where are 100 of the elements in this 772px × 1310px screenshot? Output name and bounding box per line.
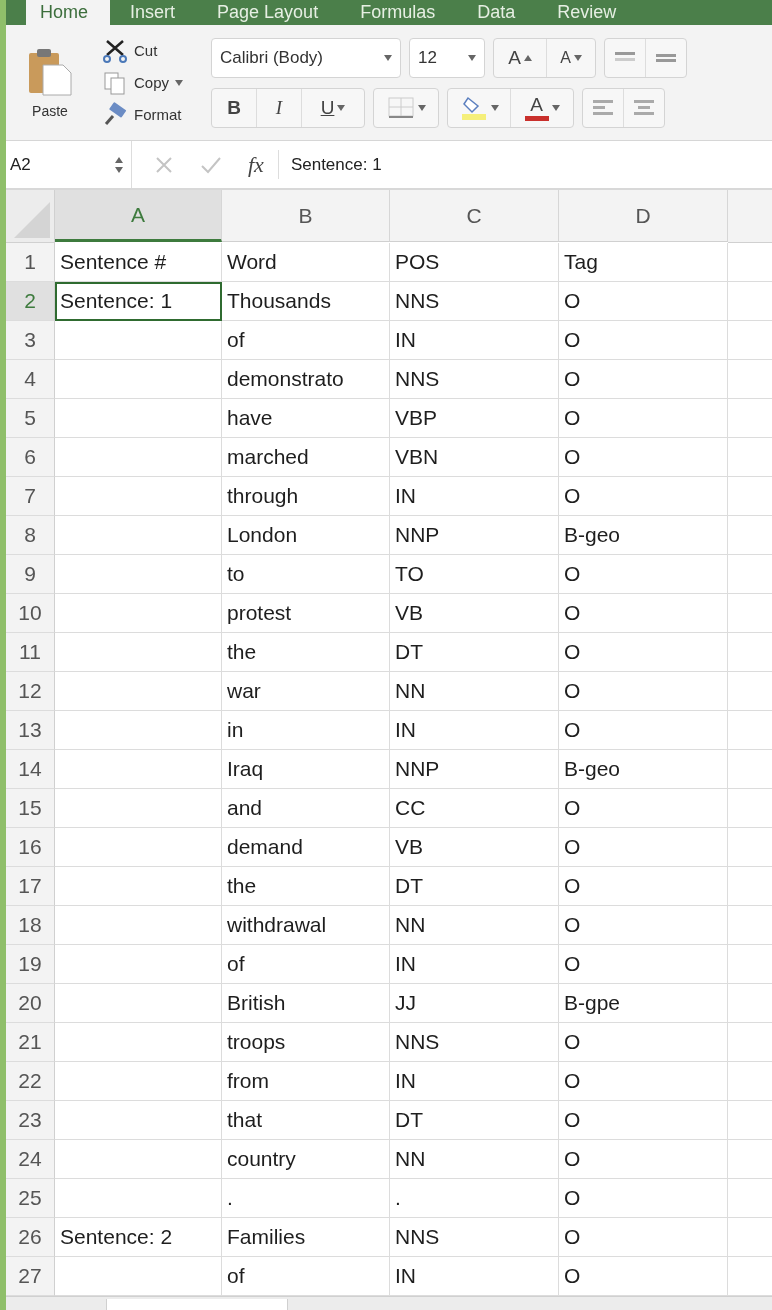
table-cell[interactable]: . — [390, 1179, 559, 1218]
table-cell[interactable]: JJ — [390, 984, 559, 1023]
row-header[interactable]: 3 — [6, 321, 55, 360]
table-cell[interactable]: O — [559, 1179, 728, 1218]
row-header[interactable]: 1 — [6, 243, 55, 282]
table-cell[interactable]: and — [222, 789, 390, 828]
table-cell[interactable]: in — [222, 711, 390, 750]
table-cell[interactable]: NNS — [390, 360, 559, 399]
row-header[interactable]: 15 — [6, 789, 55, 828]
ribbon-tab[interactable]: Home — [26, 0, 110, 25]
italic-button[interactable]: I — [257, 88, 303, 127]
table-cell[interactable]: withdrawal — [222, 906, 390, 945]
table-cell[interactable]: NNS — [390, 1023, 559, 1062]
table-cell[interactable]: NNP — [390, 750, 559, 789]
ribbon-tab[interactable]: Data — [463, 0, 538, 25]
table-cell[interactable]: DT — [390, 867, 559, 906]
font-size-dropdown[interactable]: 12 — [409, 37, 486, 78]
table-cell[interactable] — [55, 516, 222, 555]
table-cell[interactable]: O — [559, 867, 728, 906]
table-cell[interactable]: NNP — [390, 516, 559, 555]
table-cell[interactable] — [55, 945, 222, 984]
table-cell[interactable]: CC — [390, 789, 559, 828]
table-cell[interactable]: Sentence # — [55, 243, 222, 282]
table-cell[interactable]: country — [222, 1140, 390, 1179]
table-cell[interactable]: O — [559, 711, 728, 750]
name-box[interactable]: A2 — [6, 141, 132, 188]
table-cell[interactable]: VB — [390, 594, 559, 633]
table-cell[interactable] — [55, 984, 222, 1023]
selected-cell[interactable]: Sentence: 1 — [55, 282, 222, 321]
table-cell[interactable]: that — [222, 1101, 390, 1140]
table-cell[interactable]: O — [559, 1218, 728, 1257]
table-cell[interactable]: DT — [390, 633, 559, 672]
format-painter-button[interactable]: Format — [102, 101, 184, 128]
table-cell[interactable] — [55, 594, 222, 633]
table-cell[interactable]: demonstrato — [222, 360, 390, 399]
table-cell[interactable]: B-geo — [559, 516, 728, 555]
table-cell[interactable]: O — [559, 1101, 728, 1140]
row-header[interactable]: 20 — [6, 984, 55, 1023]
select-all-corner[interactable] — [6, 190, 55, 243]
row-header[interactable]: 19 — [6, 945, 55, 984]
ribbon-tab[interactable]: Review — [543, 0, 639, 25]
row-header[interactable]: 26 — [6, 1218, 55, 1257]
row-header[interactable]: 18 — [6, 906, 55, 945]
row-header[interactable]: 24 — [6, 1140, 55, 1179]
table-cell[interactable]: O — [559, 321, 728, 360]
row-header[interactable]: 2 — [6, 282, 55, 321]
row-header[interactable]: 11 — [6, 633, 55, 672]
row-header[interactable]: 13 — [6, 711, 55, 750]
table-cell[interactable]: IN — [390, 1062, 559, 1101]
table-cell[interactable]: of — [222, 945, 390, 984]
table-cell[interactable] — [55, 711, 222, 750]
table-cell[interactable] — [55, 633, 222, 672]
table-cell[interactable]: O — [559, 633, 728, 672]
table-cell[interactable]: O — [559, 789, 728, 828]
cut-button[interactable]: Cut — [102, 37, 184, 64]
table-cell[interactable] — [55, 1179, 222, 1218]
table-cell[interactable]: . — [222, 1179, 390, 1218]
table-cell[interactable]: O — [559, 1062, 728, 1101]
table-cell[interactable] — [55, 750, 222, 789]
table-cell[interactable]: NN — [390, 672, 559, 711]
table-cell[interactable] — [55, 789, 222, 828]
spinner-icon[interactable] — [115, 156, 123, 173]
table-cell[interactable]: VBP — [390, 399, 559, 438]
table-cell[interactable]: O — [559, 945, 728, 984]
table-cell[interactable]: NN — [390, 1140, 559, 1179]
table-cell[interactable]: Word — [222, 243, 390, 282]
row-header[interactable]: 21 — [6, 1023, 55, 1062]
table-cell[interactable]: NNS — [390, 1218, 559, 1257]
table-cell[interactable]: of — [222, 321, 390, 360]
table-cell[interactable]: O — [559, 672, 728, 711]
table-cell[interactable] — [55, 399, 222, 438]
font-name-dropdown[interactable]: Calibri (Body) — [211, 37, 402, 78]
row-header[interactable]: 25 — [6, 1179, 55, 1218]
row-header[interactable]: 7 — [6, 477, 55, 516]
table-cell[interactable] — [55, 477, 222, 516]
row-header[interactable]: 5 — [6, 399, 55, 438]
table-cell[interactable]: marched — [222, 438, 390, 477]
row-header[interactable]: 16 — [6, 828, 55, 867]
copy-button[interactable]: Copy — [102, 69, 184, 96]
function-label[interactable]: fx — [248, 151, 264, 178]
table-cell[interactable]: the — [222, 633, 390, 672]
ribbon-tab[interactable]: Formulas — [346, 0, 458, 25]
row-header[interactable]: 23 — [6, 1101, 55, 1140]
table-cell[interactable]: from — [222, 1062, 390, 1101]
table-cell[interactable]: Tag — [559, 243, 728, 282]
table-cell[interactable]: London — [222, 516, 390, 555]
row-header[interactable]: 27 — [6, 1257, 55, 1296]
table-cell[interactable] — [55, 360, 222, 399]
table-cell[interactable] — [55, 438, 222, 477]
table-cell[interactable] — [55, 1023, 222, 1062]
row-header[interactable]: 22 — [6, 1062, 55, 1101]
table-cell[interactable]: the — [222, 867, 390, 906]
table-cell[interactable]: O — [559, 1023, 728, 1062]
table-cell[interactable]: O — [559, 594, 728, 633]
table-cell[interactable]: VBN — [390, 438, 559, 477]
column-header[interactable]: B — [222, 190, 390, 242]
ribbon-tab[interactable]: Page Layout — [203, 0, 341, 25]
table-cell[interactable]: through — [222, 477, 390, 516]
row-header[interactable]: 9 — [6, 555, 55, 594]
table-cell[interactable]: O — [559, 360, 728, 399]
